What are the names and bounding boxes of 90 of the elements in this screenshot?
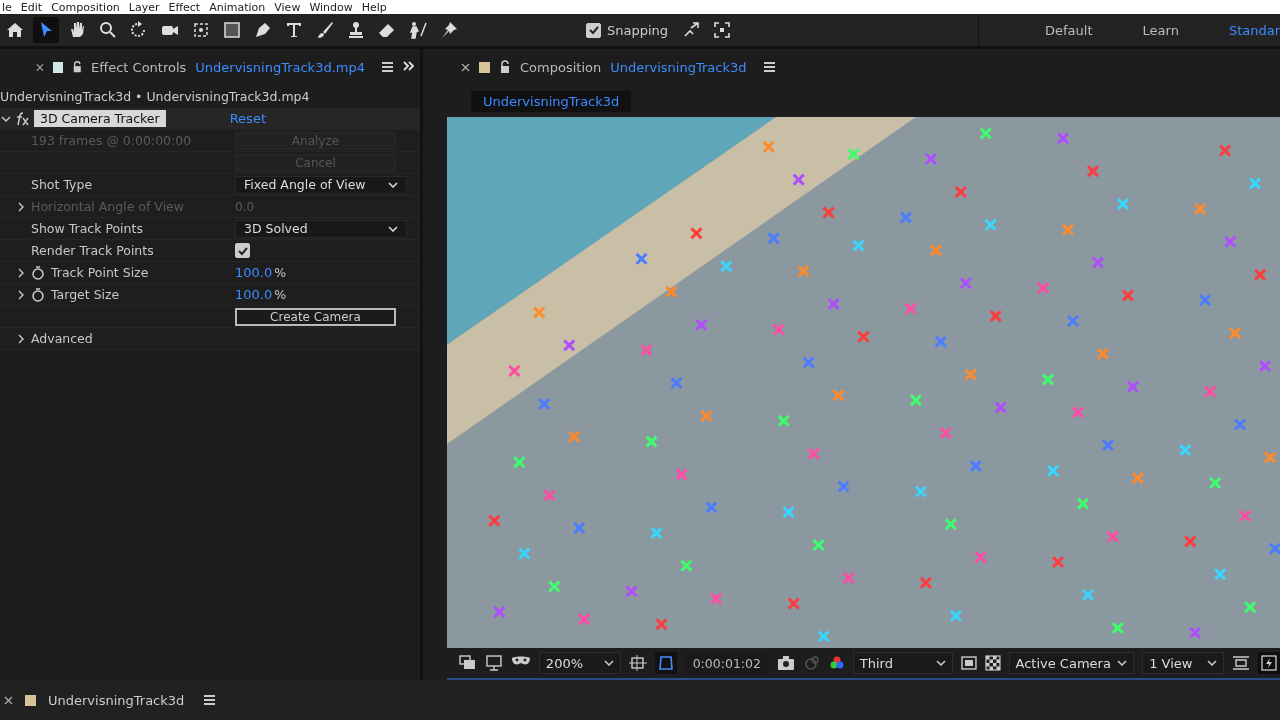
stamp-icon bbox=[346, 20, 366, 40]
layers-icon[interactable] bbox=[459, 655, 477, 671]
brush-icon bbox=[315, 20, 335, 40]
menu-item[interactable]: Window bbox=[309, 0, 353, 14]
mask-path-icon[interactable] bbox=[654, 652, 677, 674]
fast-preview-icon[interactable] bbox=[1258, 652, 1280, 674]
caret-icon bbox=[1207, 660, 1218, 666]
breadcrumb: UndervisningTrack3d • UndervisningTrack3d.mp4 bbox=[0, 88, 311, 106]
frame-info: 193 frames @ 0:00:00:00 bbox=[31, 133, 192, 148]
region-icon[interactable] bbox=[960, 655, 977, 671]
pin-icon bbox=[439, 20, 459, 40]
unit-label: % bbox=[274, 265, 287, 280]
menu-item[interactable]: le bbox=[2, 0, 12, 14]
property-value[interactable]: 100.0 bbox=[235, 265, 273, 280]
panel-tab-target[interactable]: UndervisningTrack3d bbox=[610, 59, 747, 75]
disclosure-icon[interactable] bbox=[17, 289, 25, 300]
property-label: Track Point Size bbox=[51, 265, 149, 280]
menu-item[interactable]: Effect bbox=[168, 0, 201, 14]
resolution-dropdown[interactable]: Third bbox=[852, 652, 953, 674]
toggle-pixel-icon[interactable] bbox=[1232, 655, 1250, 671]
stopwatch-icon[interactable] bbox=[31, 287, 45, 302]
monitor-icon[interactable] bbox=[484, 655, 503, 671]
stopwatch-icon[interactable] bbox=[31, 265, 45, 280]
menu-icon[interactable] bbox=[382, 61, 393, 73]
rectangle-icon bbox=[222, 20, 242, 40]
close-icon[interactable] bbox=[4, 695, 13, 705]
property-label: Advanced bbox=[31, 331, 93, 346]
composition-tab[interactable]: UndervisningTrack3d bbox=[471, 90, 632, 112]
caret-icon bbox=[1117, 660, 1128, 666]
camera-dropdown[interactable]: Active Camera bbox=[1008, 652, 1135, 674]
property-label: Show Track Points bbox=[31, 221, 143, 236]
fx-icon[interactable] bbox=[14, 111, 30, 126]
checkbox[interactable] bbox=[586, 22, 601, 38]
panel-tab-title[interactable]: Effect Controls bbox=[91, 59, 187, 75]
checkerboard-icon[interactable] bbox=[984, 655, 1001, 671]
view-layout-dropdown[interactable]: 1 View bbox=[1142, 652, 1225, 674]
effect-name[interactable]: 3D Camera Tracker bbox=[34, 110, 166, 127]
property-value[interactable]: 100.0 bbox=[235, 287, 273, 302]
disclosure-icon[interactable] bbox=[1, 114, 11, 123]
caret-icon bbox=[388, 181, 398, 188]
property-label: Render Track Points bbox=[31, 243, 154, 258]
text-icon bbox=[284, 20, 304, 40]
figure-icon bbox=[408, 20, 428, 40]
property-label: Horizontal Angle of View bbox=[31, 199, 185, 214]
property-label: Shot Type bbox=[31, 177, 93, 192]
menu-item[interactable]: Edit bbox=[20, 0, 43, 14]
rgb-channels-icon[interactable] bbox=[828, 655, 845, 671]
menu-item[interactable]: Composition bbox=[51, 0, 120, 14]
frame-icon bbox=[191, 20, 211, 40]
lock-icon[interactable] bbox=[499, 60, 511, 74]
lock-icon[interactable] bbox=[71, 60, 83, 74]
menu-item[interactable]: Help bbox=[361, 0, 387, 14]
menu-item[interactable]: Layer bbox=[128, 0, 160, 14]
disclosure-icon[interactable] bbox=[17, 267, 25, 278]
grid-icon[interactable] bbox=[628, 655, 647, 671]
fit-frame-icon[interactable] bbox=[712, 20, 733, 40]
unit-label: % bbox=[274, 287, 287, 302]
color-swatch bbox=[52, 61, 63, 73]
timeline-tab-title[interactable]: UndervisningTrack3d bbox=[48, 692, 185, 708]
snapping-toggle[interactable]: Snapping bbox=[582, 22, 673, 38]
close-icon[interactable] bbox=[36, 62, 44, 72]
reset-link[interactable]: Reset bbox=[229, 111, 266, 126]
panel-tab-title[interactable]: Composition bbox=[520, 59, 602, 75]
menu-icon[interactable] bbox=[204, 694, 216, 706]
panel-tab-target[interactable]: UndervisningTrack3d.mp4 bbox=[195, 59, 365, 75]
menu-item[interactable]: View bbox=[274, 0, 301, 14]
workspace-tab[interactable]: Default bbox=[1019, 14, 1117, 46]
property-label: Target Size bbox=[51, 287, 120, 302]
search-icon bbox=[98, 20, 118, 40]
checkbox[interactable] bbox=[235, 243, 250, 258]
close-icon[interactable] bbox=[461, 62, 470, 72]
disclosure-icon[interactable] bbox=[17, 201, 25, 212]
caret-icon bbox=[603, 660, 614, 666]
workspace-tab[interactable]: Learn bbox=[1116, 14, 1203, 46]
zoom-dropdown[interactable]: 200% bbox=[538, 652, 621, 674]
dropdown[interactable]: 3D Solved bbox=[235, 219, 407, 238]
caret-icon bbox=[935, 660, 946, 666]
tool-button[interactable] bbox=[33, 17, 59, 43]
menu-icon[interactable] bbox=[763, 61, 775, 73]
caret-icon bbox=[388, 225, 398, 232]
menu-item[interactable]: Animation bbox=[209, 0, 266, 14]
color-swatch bbox=[25, 694, 36, 706]
workspace-tab[interactable]: Standar bbox=[1202, 14, 1280, 46]
home-icon bbox=[5, 20, 25, 40]
disclosure-icon[interactable] bbox=[17, 333, 25, 344]
dropdown[interactable]: Fixed Angle of View bbox=[235, 175, 407, 194]
action-button[interactable]: Create Camera bbox=[235, 307, 396, 326]
pen-icon bbox=[253, 20, 273, 40]
camera-icon[interactable] bbox=[776, 655, 795, 671]
color-swatch bbox=[479, 61, 490, 73]
